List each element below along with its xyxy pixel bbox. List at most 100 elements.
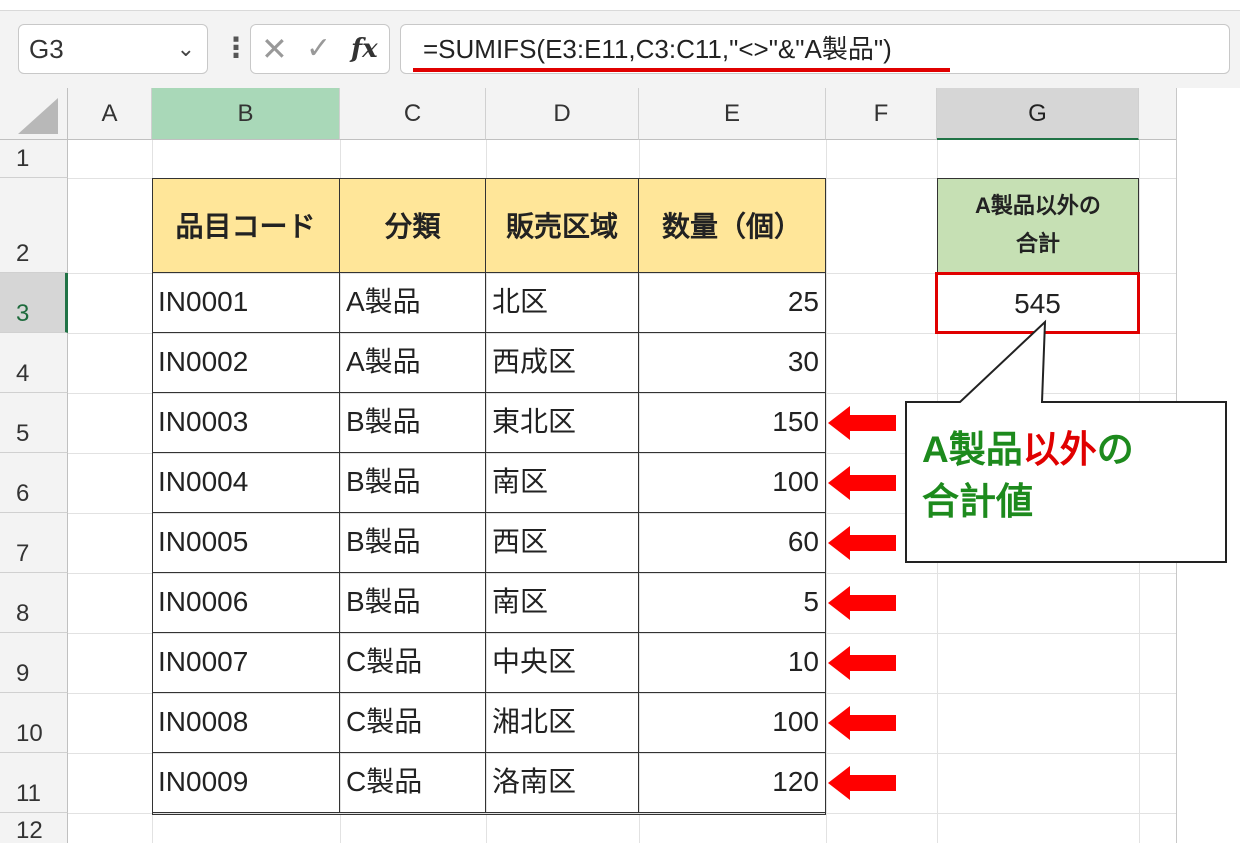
cell-code[interactable]: IN0002 bbox=[152, 333, 340, 393]
gridline bbox=[826, 140, 827, 843]
formula-buttons: ✕ ✓ fx bbox=[250, 24, 390, 74]
formula-underline bbox=[413, 68, 950, 72]
cell-area[interactable]: 中央区 bbox=[486, 633, 639, 693]
select-all-corner[interactable] bbox=[0, 88, 68, 140]
cell-code[interactable]: IN0008 bbox=[152, 693, 340, 753]
cell-category[interactable]: A製品 bbox=[340, 273, 486, 333]
cell-code[interactable]: IN0001 bbox=[152, 273, 340, 333]
cell-category[interactable]: C製品 bbox=[340, 693, 486, 753]
more-options-icon[interactable]: ⋮ bbox=[222, 32, 250, 68]
name-box[interactable]: G3 ⌄ bbox=[18, 24, 208, 74]
row-header-12[interactable]: 12 bbox=[0, 813, 68, 843]
header-cell-code[interactable]: 品目コード bbox=[152, 178, 340, 273]
cell-qty[interactable]: 120 bbox=[639, 753, 826, 813]
cell-area[interactable]: 南区 bbox=[486, 453, 639, 513]
cell-area[interactable]: 南区 bbox=[486, 573, 639, 633]
row-header-11[interactable]: 11 bbox=[0, 753, 68, 813]
formula-input[interactable]: =SUMIFS(E3:E11,C3:C11,"<>"&"A製品") bbox=[400, 24, 1230, 74]
col-header-a[interactable]: A bbox=[68, 88, 152, 140]
cell-qty[interactable]: 25 bbox=[639, 273, 826, 333]
col-header-h[interactable] bbox=[1139, 88, 1176, 140]
fx-icon[interactable]: fx bbox=[351, 25, 378, 73]
gridline bbox=[68, 813, 1176, 814]
row-number: 2 bbox=[16, 240, 30, 267]
cell-code[interactable]: IN0009 bbox=[152, 753, 340, 813]
row-header-7[interactable]: 7 bbox=[0, 513, 68, 573]
gridline bbox=[1139, 140, 1140, 843]
cancel-icon[interactable]: ✕ bbox=[261, 25, 288, 73]
chevron-down-icon[interactable]: ⌄ bbox=[177, 25, 195, 73]
cell-code[interactable]: IN0007 bbox=[152, 633, 340, 693]
row-number: 8 bbox=[16, 600, 30, 627]
col-header-c[interactable]: C bbox=[340, 88, 486, 140]
result-label-cell[interactable]: A製品以外の 合計 bbox=[937, 178, 1139, 273]
cell-code[interactable]: IN0005 bbox=[152, 513, 340, 573]
row-number: 10 bbox=[16, 720, 43, 747]
col-header-g[interactable]: G bbox=[937, 88, 1139, 140]
row-number: 6 bbox=[16, 480, 30, 507]
row-number: 11 bbox=[16, 780, 41, 807]
col-header-b[interactable]: B bbox=[152, 88, 340, 140]
callout-line1: A製品以外の bbox=[922, 424, 1134, 476]
cell-category[interactable]: B製品 bbox=[340, 513, 486, 573]
header-cell-category[interactable]: 分類 bbox=[340, 178, 486, 273]
row-header-1[interactable]: 1 bbox=[0, 140, 68, 178]
cell-category[interactable]: C製品 bbox=[340, 633, 486, 693]
result-label-line2: 合計 bbox=[1015, 231, 1060, 256]
cell-area[interactable]: 東北区 bbox=[486, 393, 639, 453]
cell-qty[interactable]: 100 bbox=[639, 453, 826, 513]
row-number: 1 bbox=[16, 145, 30, 172]
arrow-left-icon bbox=[828, 766, 896, 800]
header-cell-qty[interactable]: 数量（個） bbox=[639, 178, 826, 273]
col-header-f[interactable]: F bbox=[826, 88, 937, 140]
callout-line2: 合計値 bbox=[922, 481, 1033, 522]
arrow-left-icon bbox=[828, 526, 896, 560]
arrow-left-icon bbox=[828, 466, 896, 500]
cell-qty[interactable]: 150 bbox=[639, 393, 826, 453]
arrow-left-icon bbox=[828, 586, 896, 620]
row-header-4[interactable]: 4 bbox=[0, 333, 68, 393]
callout-part2: 以外 bbox=[1022, 429, 1097, 470]
row-number: 12 bbox=[16, 817, 43, 843]
row-header-3[interactable]: 3 bbox=[0, 273, 68, 333]
cell-category[interactable]: B製品 bbox=[340, 573, 486, 633]
row-header-8[interactable]: 8 bbox=[0, 573, 68, 633]
formula-bar: G3 ⌄ ⋮ ✕ ✓ fx =SUMIFS(E3:E11,C3:C11,"<>"… bbox=[0, 0, 1240, 88]
name-box-value: G3 bbox=[29, 34, 64, 64]
cell-code[interactable]: IN0004 bbox=[152, 453, 340, 513]
row-number: 9 bbox=[16, 660, 30, 687]
arrow-left-icon bbox=[828, 646, 896, 680]
row-header-9[interactable]: 9 bbox=[0, 633, 68, 693]
row-header-6[interactable]: 6 bbox=[0, 453, 68, 513]
col-header-e[interactable]: E bbox=[639, 88, 826, 140]
result-value-cell[interactable]: 545 bbox=[935, 272, 1140, 334]
callout-text: A製品以外の 合計値 bbox=[922, 424, 1134, 528]
cell-category[interactable]: B製品 bbox=[340, 393, 486, 453]
cell-qty[interactable]: 100 bbox=[639, 693, 826, 753]
enter-icon[interactable]: ✓ bbox=[306, 25, 331, 73]
cell-qty[interactable]: 60 bbox=[639, 513, 826, 573]
cell-category[interactable]: C製品 bbox=[340, 753, 486, 813]
cell-qty[interactable]: 30 bbox=[639, 333, 826, 393]
cell-area[interactable]: 西成区 bbox=[486, 333, 639, 393]
cell-area[interactable]: 西区 bbox=[486, 513, 639, 573]
cell-code[interactable]: IN0006 bbox=[152, 573, 340, 633]
row-header-5[interactable]: 5 bbox=[0, 393, 68, 453]
cell-area[interactable]: 湘北区 bbox=[486, 693, 639, 753]
cell-qty[interactable]: 5 bbox=[639, 573, 826, 633]
header-cell-area[interactable]: 販売区域 bbox=[486, 178, 639, 273]
row-header-2[interactable]: 2 bbox=[0, 178, 68, 273]
cell-area[interactable]: 洛南区 bbox=[486, 753, 639, 813]
row-number: 3 bbox=[16, 300, 30, 327]
cell-qty[interactable]: 10 bbox=[639, 633, 826, 693]
cell-code[interactable]: IN0003 bbox=[152, 393, 340, 453]
col-header-d[interactable]: D bbox=[486, 88, 639, 140]
row-number: 5 bbox=[16, 420, 30, 447]
row-header-10[interactable]: 10 bbox=[0, 693, 68, 753]
cell-category[interactable]: A製品 bbox=[340, 333, 486, 393]
cell-category[interactable]: B製品 bbox=[340, 453, 486, 513]
row-number: 4 bbox=[16, 360, 30, 387]
select-all-icon bbox=[18, 98, 58, 134]
ribbon-edge bbox=[0, 0, 1240, 11]
cell-area[interactable]: 北区 bbox=[486, 273, 639, 333]
